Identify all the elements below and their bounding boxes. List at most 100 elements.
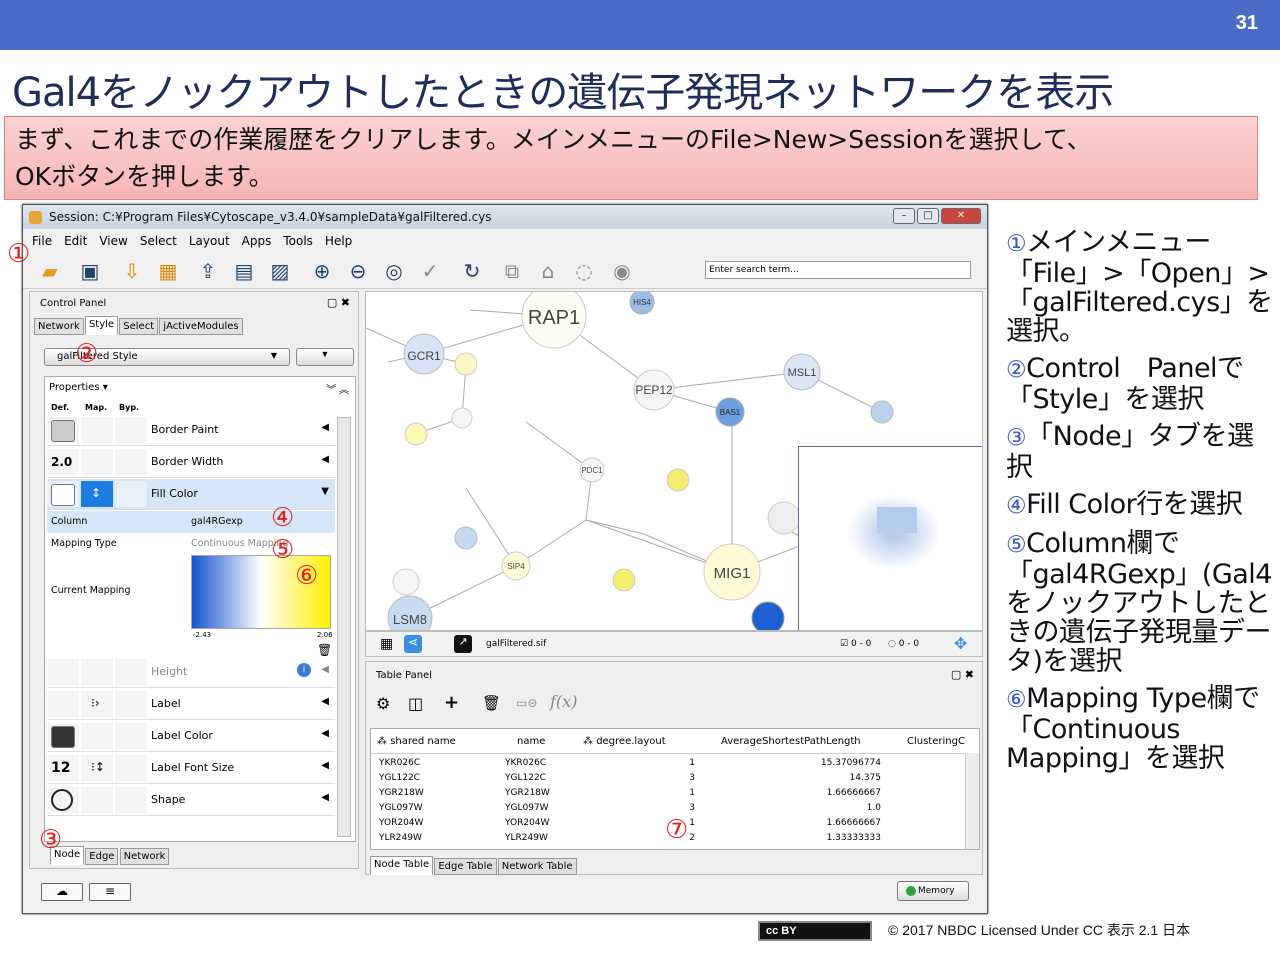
table-header[interactable]: name [517, 731, 545, 751]
table-cell[interactable]: YGL097W [379, 803, 423, 813]
table-header[interactable]: ClusteringC [907, 731, 965, 751]
menu-apps[interactable]: Apps [233, 231, 275, 248]
link-icon[interactable]: ▭⊝ [516, 696, 537, 710]
tab-style[interactable]: Style [84, 316, 119, 335]
network-overview-minimap[interactable] [798, 446, 982, 630]
column-value[interactable]: gal4RGexp [191, 516, 243, 527]
table-cell[interactable]: YLR249W [505, 833, 548, 843]
caret-down-icon[interactable]: ▼ [321, 486, 329, 497]
table-cell[interactable]: YGR218W [379, 788, 424, 798]
prop-row-border-width[interactable]: 2.0 Border Width ◀ [47, 447, 335, 478]
caret-left-icon[interactable]: ◀ [321, 728, 329, 739]
prop-row-border-paint[interactable]: Border Paint ◀ [47, 415, 335, 446]
tab-jactivemodules[interactable]: jActiveModules [159, 318, 243, 335]
table-cell[interactable]: 1.66666667 [811, 818, 881, 828]
import-network-icon[interactable]: ⇩ [119, 258, 145, 284]
table-row[interactable]: YGR218W YGR218W 1 1.66666667 [371, 787, 965, 801]
table-cell[interactable]: YOR204W [379, 818, 423, 828]
table-cell[interactable]: YOR204W [505, 818, 549, 828]
zoom-out-icon[interactable]: ⊖ [345, 258, 371, 284]
columns-icon[interactable]: ◫ [408, 694, 423, 713]
search-input[interactable]: Enter search term... [705, 261, 971, 279]
zoom-fit-icon[interactable]: ◎ [381, 258, 407, 284]
share-icon[interactable]: ⋖ [404, 635, 422, 653]
table-header[interactable]: ⁂ degree.layout [583, 731, 666, 751]
prop-row-label-color[interactable]: Label Color ◀ [47, 721, 335, 752]
zoom-selected-icon[interactable]: ✓ [417, 258, 443, 284]
color-swatch[interactable] [51, 726, 75, 748]
trash-icon[interactable]: 🗑 [317, 643, 332, 657]
expand-collapse-icon[interactable]: ︾ ︽ [326, 381, 349, 396]
table-cell[interactable]: YGR218W [505, 788, 550, 798]
table-row[interactable]: YGL097W YGL097W 3 1.0 [371, 802, 965, 816]
table-row[interactable]: YGL122C YGL122C 3 14.375 [371, 772, 965, 786]
import-table-icon[interactable]: ▦ [155, 258, 181, 284]
info-icon[interactable]: i [297, 663, 311, 677]
table-cell[interactable]: 1.66666667 [811, 788, 881, 798]
prop-row-height[interactable]: Height i ◀ [47, 657, 335, 688]
list-icon[interactable]: ≡ [89, 883, 131, 901]
table-header[interactable]: ⁂ shared name [377, 731, 456, 751]
table-cell[interactable]: 15.37096774 [811, 758, 881, 768]
properties-scrollbar[interactable] [337, 417, 351, 837]
detach-icon[interactable]: ↗ [454, 635, 472, 653]
table-cell[interactable]: 1.0 [811, 803, 881, 813]
panel-float-close-icon[interactable]: ▢ ✖ [327, 296, 350, 309]
zoom-in-icon[interactable]: ⊕ [309, 258, 335, 284]
table-cell[interactable]: 3 [671, 803, 695, 813]
table-scrollbar[interactable] [965, 753, 979, 849]
save-icon[interactable]: ▣ [77, 258, 103, 284]
menu-select[interactable]: Select [131, 231, 180, 248]
menu-view[interactable]: View [90, 231, 130, 248]
tab-select[interactable]: Select [119, 318, 159, 335]
table-cell[interactable]: YGL097W [505, 803, 549, 813]
add-icon[interactable]: + [444, 692, 459, 713]
color-swatch[interactable] [51, 484, 75, 506]
panel-float-close-icon[interactable]: ▢ ✖ [951, 668, 974, 681]
table-cell[interactable]: YGL122C [379, 773, 420, 783]
minimize-button[interactable]: – [893, 208, 915, 224]
tab-network-table[interactable]: Network Table [497, 858, 577, 875]
caret-left-icon[interactable]: ◀ [321, 760, 329, 771]
table-cell[interactable]: YGL122C [505, 773, 546, 783]
tab-edge-table[interactable]: Edge Table [434, 858, 497, 875]
table-row[interactable]: YKR026C YKR026C 1 15.37096774 [371, 757, 965, 771]
hide-icon[interactable]: ◌ [571, 258, 597, 284]
home-icon[interactable]: ⌂ [535, 258, 561, 284]
table-cell[interactable]: YLR249W [379, 833, 422, 843]
refresh-icon[interactable]: ↻ [459, 258, 485, 284]
table-cell[interactable]: 1 [671, 788, 695, 798]
show-icon[interactable]: ◉ [609, 258, 635, 284]
style-options-button[interactable]: ▼ [296, 348, 354, 366]
trash-icon[interactable]: 🗑 [482, 694, 501, 712]
new-network-icon[interactable]: ⧉ [499, 258, 525, 284]
menu-edit[interactable]: Edit [55, 231, 90, 248]
export-image-icon[interactable]: ▨ [267, 258, 293, 284]
caret-left-icon[interactable]: ◀ [321, 792, 329, 803]
table-cell[interactable]: 1.33333333 [811, 833, 881, 843]
color-swatch[interactable] [51, 420, 75, 442]
prop-row-label-font-size[interactable]: 12 ⁝↕ Label Font Size ◀ [47, 753, 335, 784]
grid-icon[interactable]: ▦ [380, 636, 393, 652]
export-network-icon[interactable]: ⇪ [195, 258, 221, 284]
caret-left-icon[interactable]: ◀ [321, 696, 329, 707]
menu-help[interactable]: Help [316, 231, 355, 248]
function-icon[interactable]: f(x) [550, 692, 577, 711]
table-cell[interactable]: YKR026C [505, 758, 546, 768]
caret-left-icon[interactable]: ◀ [321, 454, 329, 465]
tab-network[interactable]: Network [34, 318, 84, 335]
table-cell[interactable]: YKR026C [379, 758, 420, 768]
memory-button[interactable]: Memory [897, 881, 969, 901]
open-folder-icon[interactable]: ▰ [37, 258, 63, 284]
properties-label[interactable]: Properties ▾ [49, 382, 108, 393]
menu-layout[interactable]: Layout [180, 231, 233, 248]
table-cell[interactable]: 1 [671, 758, 695, 768]
menu-tools[interactable]: Tools [274, 231, 316, 248]
prop-row-shape[interactable]: Shape ◀ [47, 785, 335, 816]
gear-icon[interactable]: ⚙ [376, 694, 390, 713]
export-table-icon[interactable]: ▤ [231, 258, 257, 284]
tab-network-style[interactable]: Network [119, 848, 170, 865]
caret-left-icon[interactable]: ◀ [321, 422, 329, 433]
maximize-button[interactable]: □ [917, 208, 939, 224]
tab-node-table[interactable]: Node Table [370, 856, 434, 875]
